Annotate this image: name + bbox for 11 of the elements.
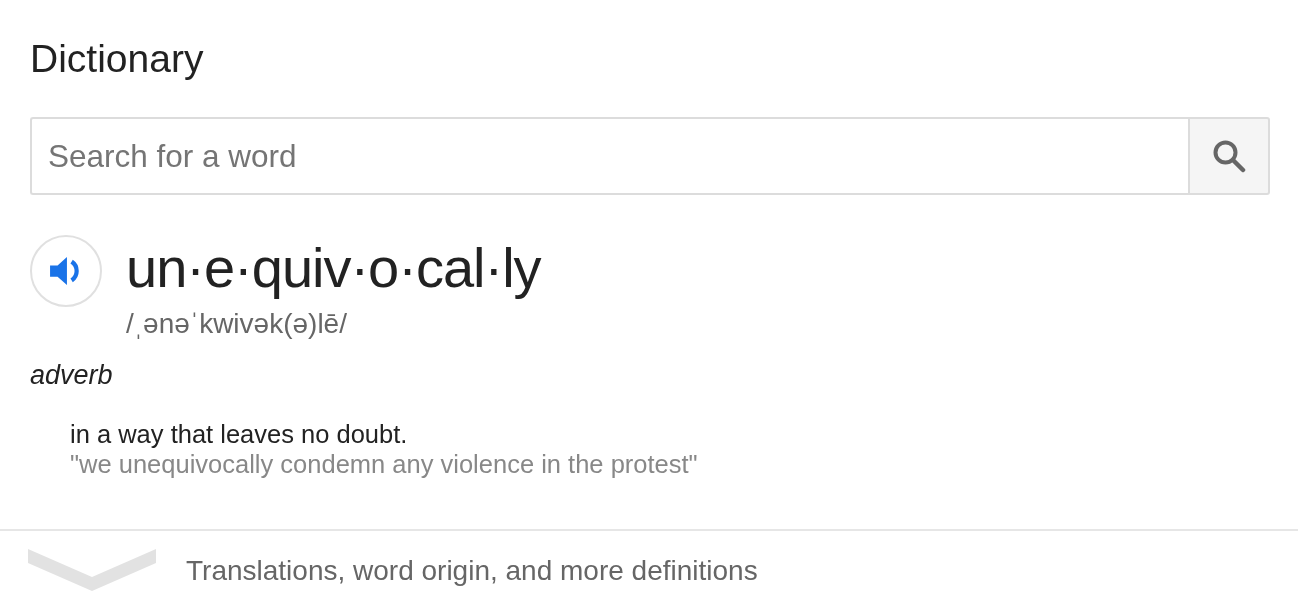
dictionary-title: Dictionary — [30, 37, 205, 80]
part-of-speech: adverb — [30, 360, 114, 390]
example-sentence: "we unequivocally condemn any violence in the protest" — [70, 449, 699, 479]
phonetic-spelling: /ˌənəˈkwivək(ə)lē/ — [126, 308, 348, 340]
headword: un·e·quiv·o·cal·ly — [126, 236, 541, 300]
speaker-icon — [50, 256, 82, 286]
search-icon — [1212, 139, 1246, 173]
definition-text: in a way that leaves no doubt. — [70, 419, 409, 449]
more-definitions-link[interactable]: Translations, word origin, and more definitions — [186, 549, 758, 593]
search-button[interactable] — [1188, 117, 1270, 195]
search-field[interactable]: Search for a word — [30, 117, 1188, 195]
